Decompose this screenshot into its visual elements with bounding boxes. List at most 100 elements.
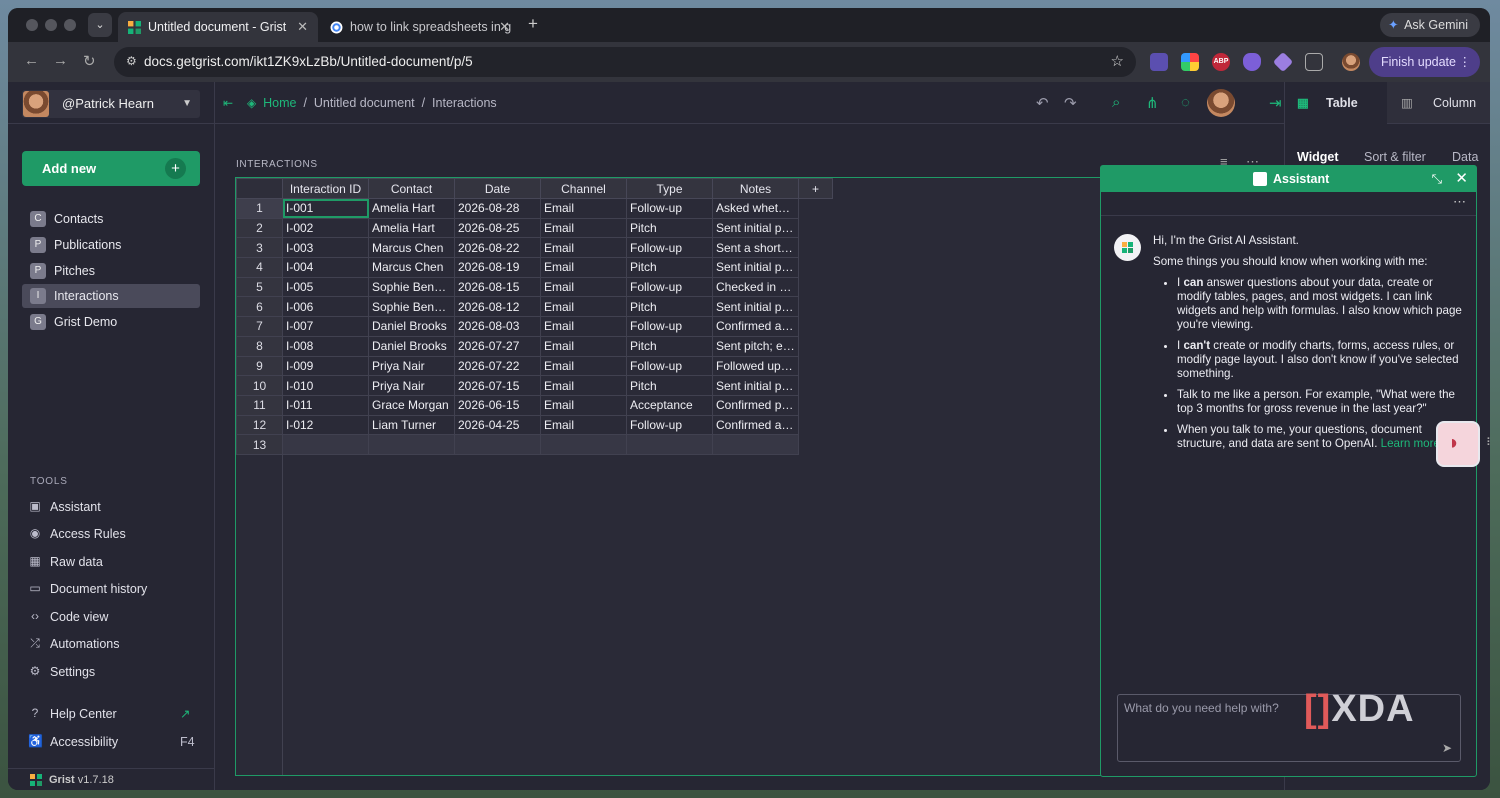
tab-table[interactable]: ▦ Table (1285, 82, 1387, 124)
cell-contact[interactable]: Daniel Brooks (368, 335, 455, 357)
search-icon[interactable]: ⌕ (1112, 94, 1120, 111)
cell-channel[interactable]: Email (540, 414, 627, 436)
tool-code-view[interactable]: ‹› Code view (28, 606, 198, 628)
breadcrumb-document[interactable]: Untitled document (314, 96, 415, 110)
send-icon[interactable]: ➤ (1442, 741, 1452, 755)
learn-more-link[interactable]: Learn more (1381, 437, 1440, 450)
cell-interaction-id[interactable]: I-004 (282, 257, 369, 278)
cell-notes[interactable]: Sent initial pit… (712, 375, 799, 396)
add-row[interactable]: 13 (236, 434, 833, 455)
row-number[interactable]: 10 (236, 375, 283, 396)
row-number-header[interactable] (236, 178, 283, 199)
cell-interaction-id[interactable]: I-011 (282, 394, 369, 416)
row-number[interactable]: 9 (236, 355, 283, 377)
cell-date[interactable]: 2026-08-25 (454, 217, 541, 239)
breadcrumb-home[interactable]: Home (263, 96, 296, 110)
cell-type[interactable]: Pitch (626, 296, 713, 318)
cell-interaction-id[interactable]: I-001 (282, 198, 369, 219)
close-tab-icon[interactable]: ✕ (499, 12, 510, 42)
assistant-header[interactable]: Assistant ⤡ ✕ (1101, 166, 1476, 192)
site-settings-icon[interactable]: ⚙ (126, 54, 137, 68)
tool-raw-data[interactable]: ▦ Raw data (28, 551, 198, 573)
cell-interaction-id[interactable]: I-007 (282, 316, 369, 337)
readwise-icon[interactable] (1150, 53, 1168, 71)
breadcrumb-page[interactable]: Interactions (432, 96, 497, 110)
close-icon[interactable]: ✕ (1455, 166, 1468, 192)
cell-notes[interactable]: Sent pitch; ed… (712, 335, 799, 357)
cell-date[interactable]: 2026-08-22 (454, 237, 541, 259)
cell-channel[interactable]: Email (540, 257, 627, 278)
row-number[interactable]: 8 (236, 335, 283, 357)
cell-notes[interactable]: Confirmed pu… (712, 394, 799, 416)
cell-date[interactable]: 2026-07-15 (454, 375, 541, 396)
cell-contact[interactable]: Amelia Hart (368, 198, 455, 219)
new-row-cell[interactable] (626, 434, 713, 455)
cell-interaction-id[interactable]: I-012 (282, 414, 369, 436)
tool-settings[interactable]: ⚙ Settings (28, 661, 198, 683)
new-row-number[interactable]: 13 (236, 434, 283, 455)
cell-notes[interactable]: Followed up … (712, 355, 799, 377)
cell-channel[interactable]: Email (540, 355, 627, 377)
puzzle-extensions-icon[interactable] (1305, 53, 1323, 71)
cell-date[interactable]: 2026-07-27 (454, 335, 541, 357)
cell-contact[interactable]: Daniel Brooks (368, 316, 455, 337)
row-number[interactable]: 6 (236, 296, 283, 318)
obsidian-icon[interactable] (1243, 53, 1261, 71)
section-title[interactable]: INTERACTIONS (236, 159, 318, 170)
row-number[interactable]: 3 (236, 237, 283, 259)
row-number[interactable]: 4 (236, 257, 283, 278)
colorful-pinwheel-icon[interactable] (1181, 53, 1199, 71)
cell-contact[interactable]: Sophie Bennett (368, 296, 455, 318)
page-item-pitches[interactable]: P Pitches (22, 259, 200, 283)
diamond-icon[interactable] (1272, 51, 1294, 73)
cell-contact[interactable]: Amelia Hart (368, 217, 455, 239)
cell-interaction-id[interactable]: I-002 (282, 217, 369, 239)
cell-notes[interactable]: Asked wheth… (712, 198, 799, 219)
column-header-channel[interactable]: Channel (540, 178, 627, 199)
cell-type[interactable]: Follow-up (626, 355, 713, 377)
cell-channel[interactable]: Email (540, 335, 627, 357)
cell-channel[interactable]: Email (540, 375, 627, 396)
forward-arrow-icon[interactable]: → (53, 52, 68, 69)
cell-interaction-id[interactable]: I-005 (282, 276, 369, 298)
tab-column[interactable]: ▥ Column (1401, 82, 1490, 124)
column-header-date[interactable]: Date (454, 178, 541, 199)
accessibility-link[interactable]: ♿ Accessibility F4 (28, 731, 198, 753)
cell-contact[interactable]: Priya Nair (368, 355, 455, 377)
cell-channel[interactable]: Email (540, 237, 627, 259)
cell-type[interactable]: Follow-up (626, 198, 713, 219)
cell-interaction-id[interactable]: I-008 (282, 335, 369, 357)
subtab-sort-filter[interactable]: Sort & filter (1364, 150, 1426, 164)
tab-search-chevron-icon[interactable]: ⌄ (88, 13, 112, 37)
floating-extension-button[interactable]: ◗ (1436, 421, 1480, 467)
cell-contact[interactable]: Sophie Bennett (368, 276, 455, 298)
reload-icon[interactable]: ↻ (83, 52, 96, 70)
new-row-cell[interactable] (712, 434, 799, 455)
add-new-button[interactable]: Add new + (22, 151, 200, 186)
tool-assistant[interactable]: ▣ Assistant (28, 496, 198, 518)
page-item-publications[interactable]: P Publications (22, 233, 200, 257)
cell-notes[interactable]: Confirmed art… (712, 414, 799, 436)
cell-type[interactable]: Pitch (626, 217, 713, 239)
cell-notes[interactable]: Confirmed as… (712, 316, 799, 337)
browser-tab-grist[interactable]: Untitled document - Grist ✕ (118, 12, 318, 42)
cell-date[interactable]: 2026-07-22 (454, 355, 541, 377)
row-number[interactable]: 1 (236, 198, 283, 219)
finish-update-button[interactable]: Finish update ⋮ (1368, 47, 1480, 77)
bookmark-star-icon[interactable]: ☆ (1111, 52, 1124, 70)
cell-type[interactable]: Follow-up (626, 414, 713, 436)
tool-access-rules[interactable]: ◉ Access Rules (28, 523, 198, 545)
cell-notes[interactable]: Sent initial pit… (712, 257, 799, 278)
redo-icon[interactable]: ↷ (1064, 94, 1077, 112)
page-item-grist-demo[interactable]: G Grist Demo (22, 310, 200, 334)
cell-contact[interactable]: Marcus Chen (368, 257, 455, 278)
subtab-widget[interactable]: Widget (1297, 150, 1339, 164)
cell-contact[interactable]: Priya Nair (368, 375, 455, 396)
cell-channel[interactable]: Email (540, 276, 627, 298)
cell-interaction-id[interactable]: I-003 (282, 237, 369, 259)
account-menu[interactable]: @Patrick Hearn ▼ (22, 90, 200, 118)
back-arrow-icon[interactable]: ← (24, 52, 39, 69)
page-item-interactions[interactable]: I Interactions (22, 284, 200, 308)
cell-type[interactable]: Pitch (626, 257, 713, 278)
row-number[interactable]: 11 (236, 394, 283, 416)
